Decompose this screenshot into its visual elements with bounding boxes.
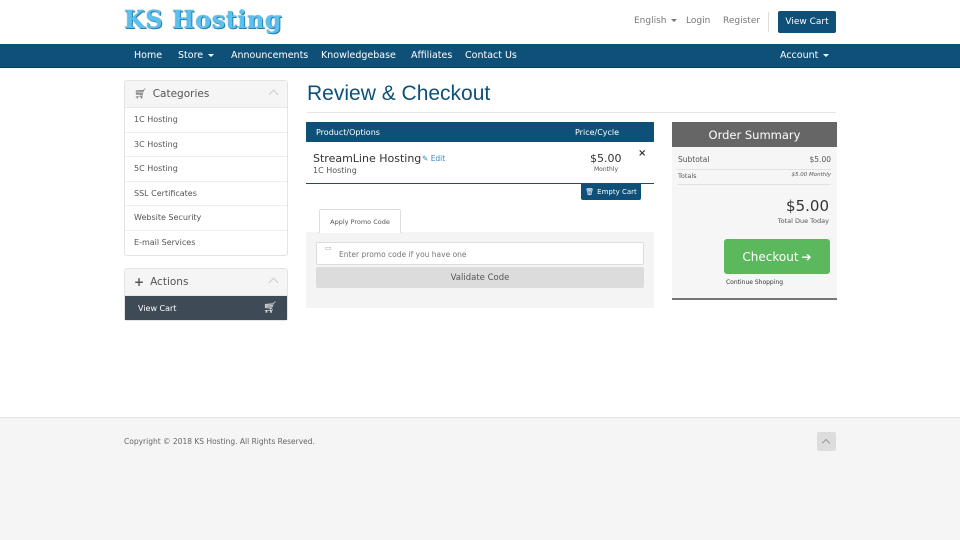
chevron-up-icon[interactable] (268, 277, 279, 288)
language-selector[interactable]: English (634, 16, 677, 26)
ticket-icon: ▭ (325, 244, 332, 252)
billing-cycle: Monthly (594, 166, 619, 173)
copyright-text: Copyright © 2018 KS Hosting. All Rights … (124, 437, 315, 446)
promo-code-input[interactable] (339, 247, 629, 261)
column-header-price: Price/Cycle (575, 128, 620, 137)
category-item[interactable]: 5C Hosting (125, 157, 287, 182)
category-item[interactable]: E-mail Services (125, 231, 287, 256)
actions-title: Actions (150, 276, 189, 288)
category-item[interactable]: SSL Certificates (125, 182, 287, 206)
continue-shopping-link[interactable]: Continue Shopping (672, 279, 837, 286)
validate-code-button[interactable]: Validate Code (316, 267, 644, 288)
category-item[interactable]: 1C Hosting (125, 108, 287, 133)
actions-header[interactable]: + Actions (125, 269, 287, 296)
nav-account[interactable]: Account (780, 44, 830, 68)
summary-divider (678, 184, 831, 185)
checkout-label: Checkout (742, 249, 799, 264)
category-item[interactable]: Website Security (125, 206, 287, 231)
register-link[interactable]: Register (723, 16, 760, 26)
pencil-icon: ✎ (422, 154, 429, 163)
cart-icon: 🛒︎ (263, 301, 277, 314)
totals-value: $5.00 Monthly (791, 172, 831, 178)
back-to-top-button[interactable] (817, 432, 836, 451)
product-price: $5.00 (590, 152, 622, 165)
totals-row: Totals $5.00 Monthly (678, 172, 831, 180)
caret-down-icon (823, 54, 830, 57)
actions-panel: + Actions View Cart 🛒︎ (124, 268, 288, 321)
product-name: StreamLine Hosting (313, 152, 422, 165)
edit-product-link[interactable]: ✎ Edit (422, 154, 445, 163)
subtotal-value: $5.00 (809, 155, 831, 164)
trash-icon: 🗑︎ (585, 188, 595, 196)
sidebar-item-label: View Cart (138, 303, 177, 313)
nav-affiliates[interactable]: Affiliates (411, 44, 452, 68)
nav-store-label: Store (178, 50, 204, 61)
nav-home[interactable]: Home (134, 44, 162, 68)
language-label: English (634, 16, 667, 26)
nav-store[interactable]: Store (178, 44, 215, 68)
column-header-product: Product/Options (316, 128, 380, 137)
cart-table-header: Product/Options Price/Cycle (306, 122, 654, 142)
page-title: Review & Checkout (307, 82, 491, 105)
summary-divider (678, 169, 831, 170)
empty-cart-label: Empty Cart (597, 188, 637, 196)
order-summary: Order Summary Subtotal $5.00 Totals $5.0… (672, 122, 837, 300)
remove-item-icon[interactable]: × (638, 148, 646, 159)
nav-knowledgebase[interactable]: Knowledgebase (321, 44, 396, 68)
categories-title: Categories (152, 88, 210, 100)
plus-icon: + (134, 275, 145, 289)
edit-label: Edit (430, 154, 446, 163)
total-due-label: Total Due Today (777, 217, 829, 225)
site-footer: Copyright © 2018 KS Hosting. All Rights … (0, 417, 960, 540)
total-due-amount: $5.00 (786, 197, 829, 215)
tab-apply-promo[interactable]: Apply Promo Code (319, 209, 401, 233)
title-divider (307, 112, 836, 113)
nav-announcements[interactable]: Announcements (231, 44, 308, 68)
nav-contact-us[interactable]: Contact Us (465, 44, 517, 68)
site-logo[interactable]: KS Hosting (124, 5, 282, 34)
chevron-up-icon[interactable] (268, 89, 279, 100)
chevron-up-icon (821, 438, 831, 448)
cart-item-row: StreamLine Hosting ✎ Edit 1C Hosting $5.… (306, 142, 654, 184)
categories-header[interactable]: 🛒︎ Categories (125, 81, 287, 108)
subtotal-label: Subtotal (678, 155, 710, 164)
category-item[interactable]: 3C Hosting (125, 133, 287, 157)
header-divider (768, 12, 769, 32)
nav-account-label: Account (780, 50, 819, 61)
cart-icon: 🛒︎ (134, 88, 147, 100)
sidebar-item-view-cart[interactable]: View Cart 🛒︎ (125, 296, 287, 320)
caret-down-icon (208, 54, 215, 57)
order-summary-title: Order Summary (672, 122, 837, 147)
checkout-button[interactable]: Checkout ➔ (724, 239, 830, 274)
arrow-right-icon: ➔ (801, 249, 812, 264)
empty-cart-button[interactable]: 🗑︎ Empty Cart (581, 184, 641, 200)
site-header: KS Hosting English Login Register View C… (0, 0, 960, 44)
product-group: 1C Hosting (313, 166, 357, 175)
categories-panel: 🛒︎ Categories 1C Hosting 3C Hosting 5C H… (124, 80, 288, 256)
view-cart-button[interactable]: View Cart (778, 11, 836, 33)
totals-label: Totals (678, 172, 697, 180)
caret-down-icon (670, 19, 677, 22)
main-navbar: Home Store Announcements Knowledgebase A… (0, 44, 960, 68)
subtotal-row: Subtotal $5.00 (678, 155, 831, 164)
promo-code-field[interactable]: ▭ (316, 242, 644, 265)
login-link[interactable]: Login (686, 16, 710, 26)
